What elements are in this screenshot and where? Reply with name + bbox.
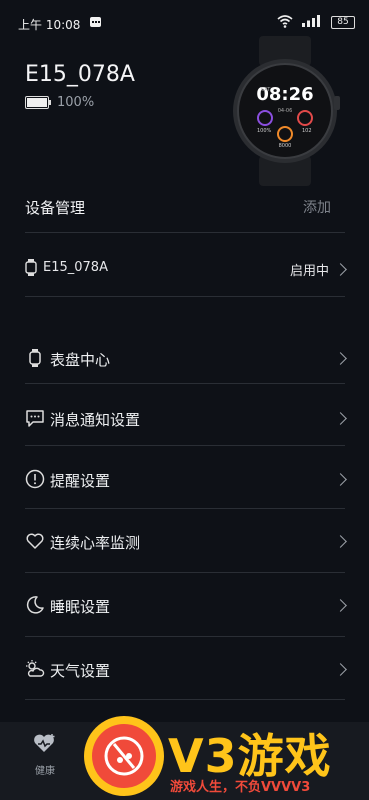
- menu-label: 连续心率监测: [50, 534, 141, 552]
- watch-percent: 100%: [257, 128, 272, 134]
- divider: [25, 508, 345, 509]
- menu-label: 表盘中心: [50, 351, 111, 369]
- watch-face-icon: [29, 349, 41, 367]
- divider: [25, 699, 345, 700]
- device-name: E15_078A: [25, 62, 135, 87]
- device-battery: 100%: [25, 95, 94, 110]
- watch-device-icon: [25, 259, 37, 276]
- menu-item-watch-face[interactable]: 表盘中心: [25, 338, 347, 378]
- menu-item-reminder[interactable]: 提醒设置: [25, 459, 347, 499]
- heart-icon: [26, 533, 44, 549]
- wifi-icon: [277, 15, 293, 28]
- svg-text:04-06: 04-06: [278, 108, 293, 114]
- divider: [25, 636, 345, 637]
- watermark-logo-icon: [84, 716, 164, 796]
- menu-item-sleep[interactable]: 睡眠设置: [25, 585, 347, 625]
- chevron-right-icon: [334, 352, 347, 365]
- signal-icon: [302, 15, 320, 27]
- add-device-button[interactable]: 添加: [303, 197, 331, 217]
- message-icon: [26, 410, 44, 427]
- watch-steps: 8000: [279, 143, 292, 149]
- svg-text:SAT: SAT: [261, 87, 271, 93]
- menu-label: 提醒设置: [50, 472, 111, 490]
- menu-label: 消息通知设置: [50, 411, 141, 429]
- health-heart-icon: [34, 734, 55, 752]
- weather-icon: [26, 660, 45, 677]
- watch-heart: 102: [302, 128, 312, 134]
- chevron-right-icon: [334, 535, 347, 548]
- moon-icon: [26, 596, 44, 614]
- watermark-slogan: 游戏人生，不负VVVV3: [170, 780, 311, 795]
- watch-image: 08:26 SAT 04-06 100% 102 8000: [233, 36, 340, 186]
- menu-label: 天气设置: [50, 662, 111, 680]
- menu-label: 睡眠设置: [50, 598, 111, 616]
- nav-label-health: 健康: [35, 766, 55, 777]
- chevron-right-icon: [334, 599, 347, 612]
- battery-icon: [25, 96, 51, 109]
- status-battery: 85: [331, 16, 355, 29]
- divider: [25, 296, 345, 297]
- menu-item-heart-rate[interactable]: 连续心率监测: [25, 521, 347, 561]
- chevron-right-icon: [334, 412, 347, 425]
- chevron-right-icon: [334, 263, 347, 276]
- device-row[interactable]: E15_078A 启用中: [25, 255, 347, 281]
- device-row-name: E15_078A: [43, 260, 108, 275]
- menu-item-weather[interactable]: 天气设置: [25, 649, 347, 689]
- divider: [25, 383, 345, 384]
- device-management-title: 设备管理: [25, 199, 86, 217]
- divider: [25, 572, 345, 573]
- divider: [25, 445, 345, 446]
- status-bar: 上午 10:08 85: [0, 0, 369, 40]
- watermark: V3游戏 游戏人生，不负VVVV3: [78, 712, 369, 800]
- nav-tab-health[interactable]: 健康: [20, 732, 70, 777]
- chevron-right-icon: [334, 473, 347, 486]
- divider: [25, 232, 345, 233]
- message-notification-icon: [90, 17, 101, 27]
- device-status: 启用中: [289, 264, 329, 279]
- status-time: 上午 10:08: [18, 18, 81, 32]
- alert-icon: [25, 469, 45, 489]
- chevron-right-icon: [334, 663, 347, 676]
- menu-item-message-notification[interactable]: 消息通知设置: [25, 398, 347, 438]
- battery-percent: 100%: [57, 95, 95, 110]
